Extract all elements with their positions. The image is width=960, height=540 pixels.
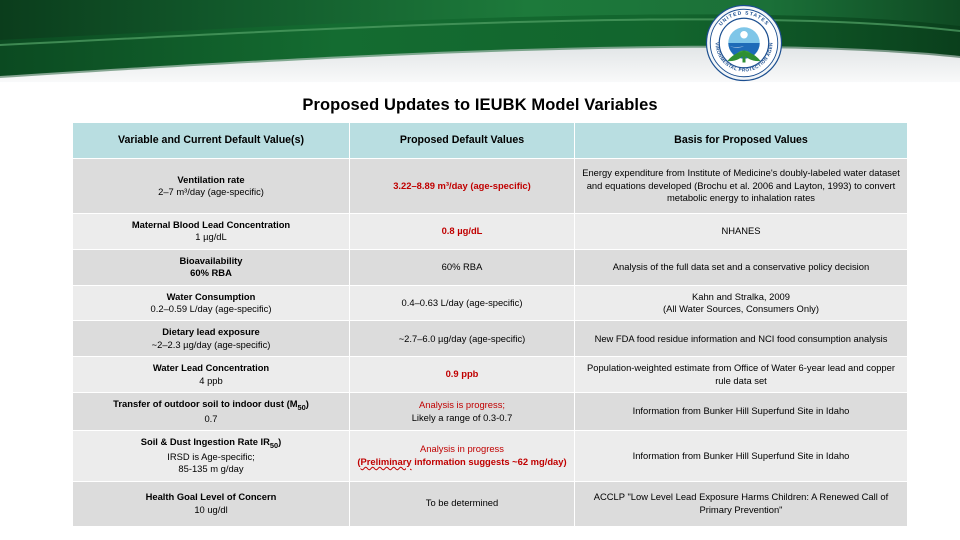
variable-current-value: 4 ppb (199, 374, 223, 386)
basis-line-2: (All Water Sources, Consumers Only) (663, 303, 819, 315)
table-row: Water Lead Concentration 4 ppb 0.9 ppb P… (73, 357, 907, 393)
variable-current-value: 10 ug/dl (194, 503, 228, 515)
variable-name-tail: ) (305, 398, 309, 410)
proposed-value: 0.8 µg/dL (441, 225, 483, 237)
proposed-value: 0.9 ppb (445, 368, 479, 380)
cell-variable: Bioavailability 60% RBA (73, 249, 349, 285)
proposed-line-2-rest: information suggests ~62 mg/day) (411, 455, 567, 467)
proposed-updates-table: Variable and Current Default Value(s) Pr… (72, 122, 908, 527)
variable-name-subscript: 50 (269, 440, 279, 450)
variable-name: Water Lead Concentration (152, 362, 270, 374)
variable-current-value: 0.7 (204, 412, 218, 424)
column-header-variable: Variable and Current Default Value(s) (73, 123, 349, 158)
variable-name: Maternal Blood Lead Concentration (131, 219, 291, 230)
variable-name: Water Consumption (166, 290, 256, 302)
table-row: Transfer of outdoor soil to indoor dust … (73, 393, 907, 431)
proposed-line-2: (Preliminary information suggests ~62 mg… (357, 456, 566, 467)
proposed-line-1: Analysis in progress (420, 443, 504, 455)
cell-basis: New FDA food residue information and NCI… (575, 321, 907, 357)
table-row: Water Consumption 0.2–0.59 L/day (age-sp… (73, 285, 907, 321)
table-row: Ventilation rate 2–7 m³/day (age-specifi… (73, 159, 907, 213)
epa-seal-icon: UNITED STATES ENVIRONMENTAL PROTECTION A… (703, 4, 783, 82)
cell-basis: Information from Bunker Hill Superfund S… (575, 393, 907, 431)
table-row: Soil & Dust Ingestion Rate IR50) IRSD is… (73, 431, 907, 481)
variable-current-line-1: IRSD is Age-specific; (167, 450, 255, 462)
column-header-basis: Basis for Proposed Values (575, 123, 907, 158)
cell-proposed: 3.22–8.89 m³/day (age-specific) (350, 159, 574, 213)
cell-basis: Analysis of the full data set and a cons… (575, 249, 907, 285)
cell-variable: Soil & Dust Ingestion Rate IR50) IRSD is… (73, 431, 349, 481)
cell-proposed: Analysis is progress; Likely a range of … (350, 393, 574, 431)
variable-name: Ventilation rate (177, 173, 245, 185)
variable-current-value: ~2–2.3 µg/day (age-specific) (151, 338, 271, 350)
cell-variable: Health Goal Level of Concern 10 ug/dl (73, 481, 349, 526)
cell-variable: Water Consumption 0.2–0.59 L/day (age-sp… (73, 285, 349, 321)
spellcheck-word: Preliminary (360, 455, 412, 467)
cell-proposed: 0.4–0.63 L/day (age-specific) (350, 285, 574, 321)
variable-current-value: 1 µg/dL (195, 231, 227, 243)
page-title: Proposed Updates to IEUBK Model Variable… (302, 96, 658, 114)
variable-name-tail: ) (278, 436, 282, 448)
column-header-proposed: Proposed Default Values (350, 123, 574, 158)
table-row: Bioavailability 60% RBA 60% RBA Analysis… (73, 249, 907, 285)
cell-proposed: Analysis in progress (Preliminary inform… (350, 431, 574, 481)
variable-current-value: 2–7 m³/day (age-specific) (158, 186, 264, 197)
cell-basis: Kahn and Stralka, 2009 (All Water Source… (575, 285, 907, 321)
variable-name-main: Soil & Dust Ingestion Rate IR (140, 436, 270, 448)
cell-variable: Dietary lead exposure ~2–2.3 µg/day (age… (73, 321, 349, 357)
cell-proposed: ~2.7–6.0 µg/day (age-specific) (350, 321, 574, 357)
cell-basis: NHANES (575, 214, 907, 249)
table-header-row: Variable and Current Default Value(s) Pr… (73, 123, 907, 158)
cell-basis: Information from Bunker Hill Superfund S… (575, 431, 907, 481)
cell-proposed: 0.9 ppb (350, 357, 574, 393)
proposed-line-1: Analysis is progress; (419, 399, 505, 411)
variable-name: Bioavailability (179, 254, 243, 266)
cell-basis: ACCLP "Low Level Lead Exposure Harms Chi… (575, 481, 907, 526)
cell-variable: Maternal Blood Lead Concentration 1 µg/d… (73, 214, 349, 249)
variable-name: Dietary lead exposure (162, 326, 260, 338)
variable-name: Soil & Dust Ingestion Rate IR50) (79, 436, 343, 451)
cell-proposed: 60% RBA (350, 249, 574, 285)
table-row: Dietary lead exposure ~2–2.3 µg/day (age… (73, 321, 907, 357)
cell-basis: Energy expenditure from Institute of Med… (575, 159, 907, 213)
variable-current-value: 0.2–0.59 L/day (age-specific) (150, 303, 272, 315)
variable-name-main: Transfer of outdoor soil to indoor dust … (113, 398, 298, 410)
variables-table-container: Variable and Current Default Value(s) Pr… (72, 122, 908, 527)
variable-name-subscript: 50 (297, 402, 306, 412)
cell-proposed: 0.8 µg/dL (350, 214, 574, 249)
table-row: Health Goal Level of Concern 10 ug/dl To… (73, 481, 907, 526)
cell-basis: Population-weighted estimate from Office… (575, 357, 907, 393)
variable-current-value: 60% RBA (190, 267, 232, 279)
cell-variable: Water Lead Concentration 4 ppb (73, 357, 349, 393)
variable-name: Health Goal Level of Concern (145, 491, 277, 503)
cell-proposed: To be determined (350, 481, 574, 526)
slide-header-banner: UNITED STATES ENVIRONMENTAL PROTECTION A… (0, 0, 960, 92)
table-row: Maternal Blood Lead Concentration 1 µg/d… (73, 214, 907, 249)
cell-variable: Transfer of outdoor soil to indoor dust … (73, 393, 349, 431)
green-banner-shape (0, 0, 960, 92)
variable-name: Transfer of outdoor soil to indoor dust … (79, 398, 343, 413)
proposed-line-2: Likely a range of 0.3-0.7 (411, 411, 513, 423)
cell-variable: Ventilation rate 2–7 m³/day (age-specifi… (73, 159, 349, 213)
basis-line-1: Kahn and Stralka, 2009 (692, 290, 790, 302)
variable-current-line-2: 85-135 m g/day (178, 463, 244, 475)
proposed-value: 3.22–8.89 m³/day (age-specific) (393, 179, 531, 191)
